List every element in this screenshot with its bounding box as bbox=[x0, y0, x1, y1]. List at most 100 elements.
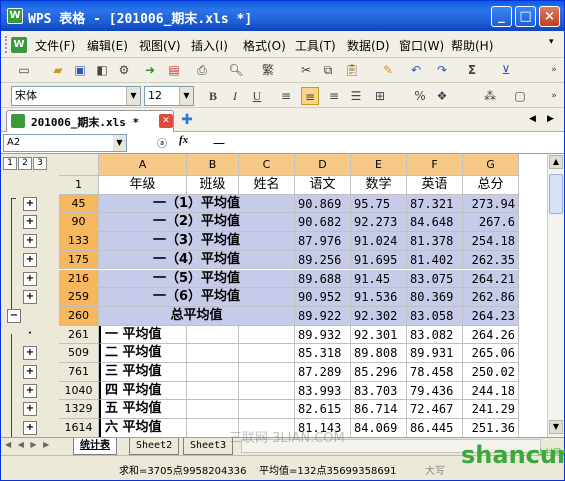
row-header[interactable]: 509 bbox=[59, 344, 99, 363]
average-label-cell[interactable]: 六 平均值 bbox=[99, 419, 187, 437]
export-icon[interactable]: ➜ bbox=[141, 61, 159, 79]
copy-icon[interactable]: ⧉ bbox=[319, 61, 337, 79]
document-tab[interactable]: 201006_期末.xls * ✕ bbox=[6, 110, 174, 132]
collapse-group-icon[interactable]: − bbox=[7, 308, 21, 323]
print-icon[interactable]: ⎙ bbox=[193, 61, 211, 79]
justify-icon[interactable]: ☰ bbox=[347, 87, 365, 105]
sheet-tab[interactable]: Sheet2 bbox=[129, 438, 180, 455]
percent-icon[interactable]: % bbox=[411, 87, 429, 105]
print-preview-icon[interactable]: 🔍︎ bbox=[227, 61, 245, 79]
row-header[interactable]: 216 bbox=[59, 269, 99, 289]
score-cell[interactable]: 90.952 bbox=[295, 288, 351, 307]
expand-group-icon[interactable]: + bbox=[23, 402, 37, 417]
menu-overflow-icon[interactable]: ▾ bbox=[549, 37, 554, 47]
score-cell[interactable]: 72.467 bbox=[407, 400, 463, 420]
toolbar-grip[interactable] bbox=[5, 36, 8, 53]
font-size-select[interactable]: 12 ▼ bbox=[144, 86, 194, 106]
score-cell[interactable]: 262.35 bbox=[463, 250, 519, 270]
score-cell[interactable]: 78.458 bbox=[407, 363, 463, 382]
expand-group-icon[interactable]: + bbox=[23, 215, 37, 230]
score-cell[interactable]: 254.18 bbox=[463, 232, 519, 251]
expand-group-icon[interactable]: + bbox=[23, 271, 37, 286]
bold-button[interactable]: B bbox=[204, 87, 222, 105]
score-cell[interactable]: 83.058 bbox=[407, 306, 463, 326]
outline-dot-icon[interactable]: · bbox=[23, 328, 37, 342]
score-cell[interactable]: 84.648 bbox=[407, 213, 463, 233]
autosum-icon[interactable]: Σ bbox=[463, 61, 481, 79]
wps-menu-icon[interactable]: W bbox=[11, 37, 27, 53]
menu-data[interactable]: 数据(D) bbox=[347, 37, 390, 54]
scroll-up-icon[interactable]: ▲ bbox=[549, 155, 563, 169]
score-cell[interactable]: 244.18 bbox=[463, 381, 519, 401]
traditional-chinese-icon[interactable]: 繁 bbox=[259, 61, 277, 79]
empty-cell[interactable] bbox=[239, 363, 295, 382]
average-label-cell[interactable]: 一（6）平均值 bbox=[99, 288, 295, 307]
score-cell[interactable]: 80.369 bbox=[407, 288, 463, 307]
empty-cell[interactable] bbox=[187, 325, 239, 345]
score-cell[interactable]: 86.445 bbox=[407, 419, 463, 437]
score-cell[interactable]: 91.45 bbox=[351, 269, 407, 289]
score-cell[interactable]: 87.976 bbox=[295, 232, 351, 251]
score-cell[interactable]: 262.86 bbox=[463, 288, 519, 307]
score-cell[interactable]: 251.36 bbox=[463, 419, 519, 437]
score-cell[interactable]: 89.808 bbox=[351, 344, 407, 363]
score-cell[interactable]: 264.23 bbox=[463, 306, 519, 326]
select-all-corner[interactable] bbox=[59, 154, 99, 176]
score-cell[interactable]: 90.869 bbox=[295, 194, 351, 214]
row-header[interactable]: 45 bbox=[59, 194, 99, 214]
score-cell[interactable]: 241.29 bbox=[463, 400, 519, 420]
expand-group-icon[interactable]: + bbox=[23, 234, 37, 249]
expand-group-icon[interactable]: + bbox=[23, 290, 37, 305]
permissions-icon[interactable]: ⚙ bbox=[115, 61, 133, 79]
score-cell[interactable]: 89.256 bbox=[295, 250, 351, 270]
empty-cell[interactable] bbox=[239, 400, 295, 420]
thousands-icon[interactable]: ❖ bbox=[433, 87, 451, 105]
font-name-select[interactable]: 宋体 ▼ bbox=[11, 86, 141, 106]
name-box[interactable]: A2 ▼ bbox=[3, 134, 127, 152]
empty-cell[interactable] bbox=[187, 381, 239, 401]
score-cell[interactable]: 86.714 bbox=[351, 400, 407, 420]
toolbar-overflow-icon[interactable]: » bbox=[545, 61, 563, 79]
column-title-cell[interactable]: 总分 bbox=[463, 176, 519, 195]
column-header-c[interactable]: C bbox=[239, 154, 295, 176]
lookup-icon[interactable]: ⓐ bbox=[157, 135, 167, 150]
score-cell[interactable]: 265.06 bbox=[463, 344, 519, 363]
row-header[interactable]: 90 bbox=[59, 213, 99, 233]
format-painter-icon[interactable]: ✎ bbox=[379, 61, 397, 79]
row-header[interactable]: 1614 bbox=[59, 419, 99, 437]
menu-window[interactable]: 窗口(W) bbox=[399, 37, 444, 54]
score-cell[interactable]: 95.75 bbox=[351, 194, 407, 214]
undo-icon[interactable]: ↶ bbox=[407, 61, 425, 79]
save-icon[interactable]: ▣ bbox=[71, 61, 89, 79]
row-header[interactable]: 1329 bbox=[59, 400, 99, 420]
score-cell[interactable]: 89.688 bbox=[295, 269, 351, 289]
merge-center-icon[interactable]: ⊞ bbox=[371, 87, 389, 105]
cut-icon[interactable]: ✂ bbox=[297, 61, 315, 79]
score-cell[interactable]: 81.402 bbox=[407, 250, 463, 270]
outline-level-1[interactable]: 1 bbox=[3, 157, 17, 170]
score-cell[interactable]: 250.02 bbox=[463, 363, 519, 382]
score-cell[interactable]: 83.703 bbox=[351, 381, 407, 401]
format-overflow-icon[interactable]: » bbox=[545, 87, 563, 105]
spreadsheet-grid[interactable]: 1 2 3 + + + + + + − · + + + + + ABCDEFG 1 年级 班级 姓名 语文 数学英… bbox=[1, 154, 564, 437]
menu-tools[interactable]: 工具(T) bbox=[295, 37, 336, 54]
score-cell[interactable]: 83.082 bbox=[407, 325, 463, 345]
score-cell[interactable]: 92.302 bbox=[351, 306, 407, 326]
row-header[interactable]: 761 bbox=[59, 363, 99, 382]
vertical-scrollbar[interactable]: ▲ ▼ bbox=[547, 154, 564, 437]
sheet-nav-icons[interactable]: ◀ ◀ ▶ ▶ bbox=[5, 440, 51, 449]
empty-cell[interactable] bbox=[187, 344, 239, 363]
open-folder-icon[interactable]: ▰ bbox=[49, 61, 67, 79]
average-label-cell[interactable]: 三 平均值 bbox=[99, 363, 187, 382]
column-title-cell[interactable]: 语文 bbox=[295, 176, 351, 195]
expand-group-icon[interactable]: + bbox=[23, 196, 37, 211]
redo-icon[interactable]: ↷ bbox=[433, 61, 451, 79]
empty-cell[interactable] bbox=[239, 325, 295, 345]
average-label-cell[interactable]: 四 平均值 bbox=[99, 381, 187, 401]
formula-input[interactable]: 一 bbox=[213, 135, 225, 152]
score-cell[interactable]: 264.26 bbox=[463, 325, 519, 345]
sheet-tab[interactable]: Sheet3 bbox=[183, 438, 234, 455]
increase-decimal-icon[interactable]: ⁂ bbox=[481, 87, 499, 105]
minimize-button[interactable]: _ bbox=[491, 6, 512, 27]
score-cell[interactable]: 85.318 bbox=[295, 344, 351, 363]
